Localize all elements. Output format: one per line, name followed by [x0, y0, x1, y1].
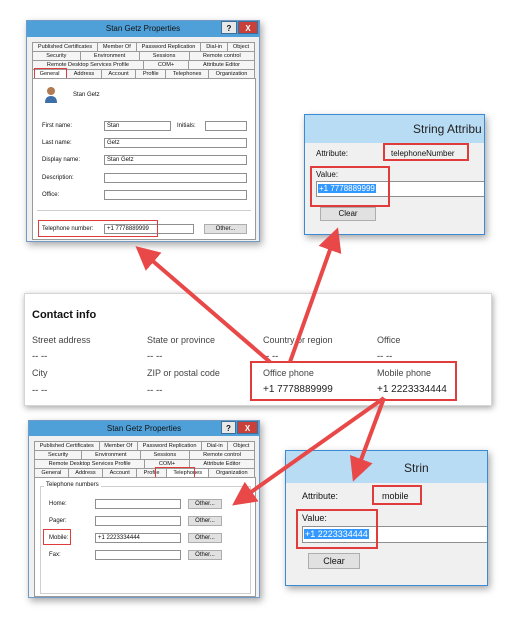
arrow-icon: [288, 227, 342, 363]
arrow-icon: [135, 246, 272, 364]
arrow-icon: [232, 396, 386, 506]
annotation-arrows: [135, 227, 386, 506]
